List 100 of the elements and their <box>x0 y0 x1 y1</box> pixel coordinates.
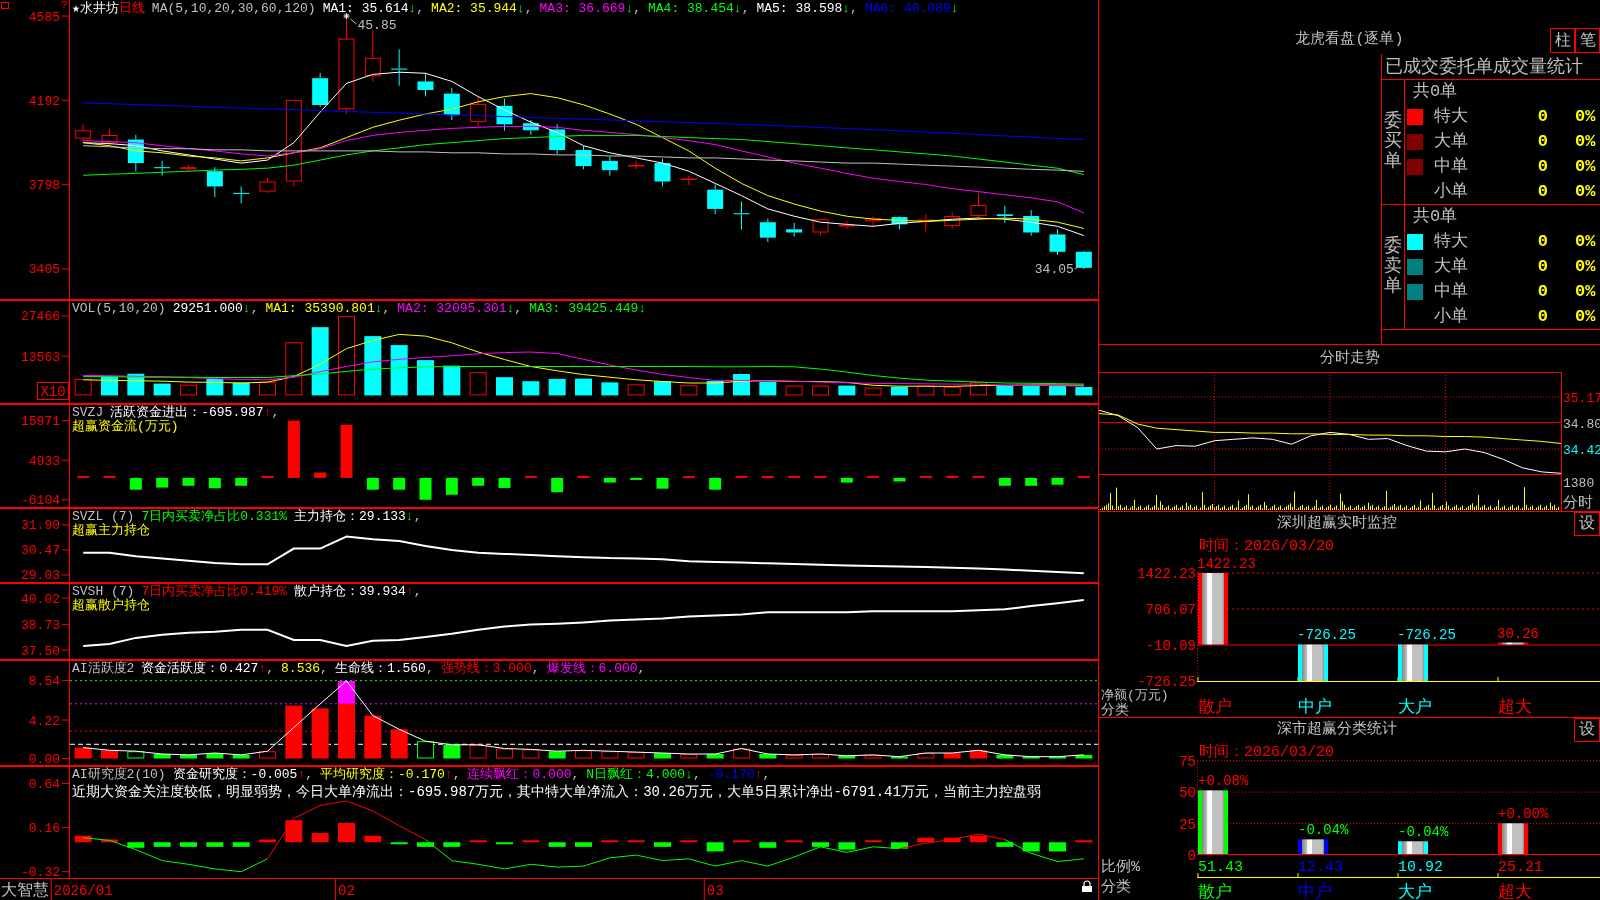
candlestick <box>206 166 223 198</box>
time-label: 时间：2026/03/20 <box>1199 538 1334 555</box>
volume-bar <box>522 381 540 396</box>
research-bar <box>812 842 829 847</box>
chart-bar <box>1298 644 1328 681</box>
activity-bar <box>180 754 197 759</box>
candlestick <box>707 183 724 215</box>
research-bar <box>1049 842 1066 852</box>
fund-flow-bar <box>840 477 853 483</box>
fund-flow-bar <box>946 475 959 478</box>
chart-bar <box>1498 823 1528 854</box>
candlestick <box>443 87 460 121</box>
research-bar <box>232 842 250 847</box>
indicator-reading: MA2: 32095.301↓, <box>397 302 523 316</box>
settings-button[interactable]: 设 <box>1574 718 1600 742</box>
axis-label: -10.09 <box>1145 638 1196 654</box>
indicator-title: SVZJ <box>72 406 104 420</box>
candlestick <box>75 123 92 143</box>
fund-flow-bar <box>1077 475 1090 478</box>
order-count: 0 <box>1537 181 1548 202</box>
research-bar <box>496 842 513 845</box>
order-size-label: 中单 <box>1434 156 1468 177</box>
order-count: 0 <box>1537 281 1548 302</box>
axis-label: 29.03 <box>21 568 60 583</box>
indicator-reading: 主力持仓：29.133↓, <box>294 510 422 524</box>
category-label: 大户 <box>1398 883 1432 899</box>
volume-bar <box>864 387 882 396</box>
indicator-reading: N日飘红：4.000↓, <box>586 768 701 782</box>
volume-bar <box>891 386 908 396</box>
activity-bar <box>101 750 118 759</box>
axis-label: 0 <box>1187 848 1196 864</box>
axis-title: 分类 <box>1101 702 1129 717</box>
order-size-label: 特大 <box>1434 232 1468 253</box>
square-icon <box>1 2 9 9</box>
order-size-label: 特大 <box>1434 107 1468 128</box>
data-label: 1422.23 <box>1197 556 1256 572</box>
order-share: 0% <box>1575 132 1596 152</box>
fund-flow-bar <box>577 475 590 478</box>
chart-bar <box>1198 573 1228 645</box>
indicator-subtitle: 超赢主力持仓 <box>72 524 150 538</box>
order-total: 共0单 <box>1413 207 1458 228</box>
indicator-reading: MA2: 35.944↓, <box>431 2 533 16</box>
indicator-reading: 爆发线：6.000, <box>546 662 646 676</box>
fund-flow-bar <box>287 420 300 478</box>
research-bar <box>601 840 619 843</box>
activity-bar <box>1049 756 1066 759</box>
fund-flow-bar <box>867 475 880 478</box>
fund-flow-bar <box>709 477 722 490</box>
category-label: 中户 <box>1298 698 1332 717</box>
analysis-text: 近期大资金关注度较低，明显弱势，今日大单净流出：-695.987万元，其中特大单净流入：30.26万元，大单5日累计净出-6791.41万元，当前主力控盘弱 <box>72 784 1041 800</box>
research-bar <box>469 840 487 843</box>
data-label: 12.43 <box>1298 859 1343 876</box>
candlestick <box>522 119 539 136</box>
view-toggle-button[interactable]: 柱 <box>1550 28 1575 53</box>
candlestick <box>970 192 987 220</box>
lock-icon <box>1082 880 1092 892</box>
fund-flow-bar <box>998 477 1011 486</box>
candlestick <box>628 160 645 170</box>
activity-bar <box>627 752 645 759</box>
axis-label: 0.64 <box>28 776 60 792</box>
activity-bar <box>285 705 303 759</box>
axis-label: 30.47 <box>21 543 60 559</box>
research-bar <box>864 840 882 843</box>
research-bar <box>917 837 935 843</box>
volume-bar <box>469 372 487 396</box>
fund-flow-bar <box>1025 477 1038 486</box>
axis-label: 4585 <box>28 9 60 25</box>
activity-bar <box>733 748 750 759</box>
scale-factor-label: X10 <box>37 382 69 400</box>
volume-bar <box>153 383 171 396</box>
order-count: 0 <box>1537 132 1548 152</box>
indicator-reading: 7日内买卖净占比0.419% <box>141 585 288 599</box>
activity-bar <box>601 751 619 759</box>
axis-label: 0.00 <box>28 752 60 766</box>
volume-bar <box>311 327 329 396</box>
volume-bar <box>259 381 276 396</box>
activity-bar <box>548 751 566 759</box>
candlestick <box>996 205 1013 224</box>
volume-bar <box>1075 387 1093 396</box>
axis-label: 15971 <box>21 414 60 430</box>
fund-flow-bar <box>208 477 221 489</box>
chart-bar <box>1298 839 1328 854</box>
settings-button[interactable]: 设 <box>1574 512 1600 536</box>
fund-flow-bar <box>630 477 643 480</box>
candlestick <box>1049 228 1066 256</box>
candlestick <box>601 155 618 177</box>
indicator-reading: MA4: 38.454↓, <box>648 2 750 16</box>
research-bar <box>759 842 777 848</box>
indicator-reading: 生命线：1.560, <box>334 662 434 676</box>
research-bar <box>338 822 355 843</box>
activity-bar <box>522 749 540 759</box>
volume-bar <box>364 336 382 396</box>
chart-bar <box>1398 841 1428 854</box>
view-toggle-button[interactable]: 笔 <box>1575 28 1600 53</box>
candlestick <box>233 185 250 205</box>
fund-flow-bar <box>445 477 458 495</box>
activity-bar <box>891 756 908 759</box>
fund-flow-bar <box>682 475 695 478</box>
axis-title: 分类 <box>1101 879 1131 896</box>
date-label: 02 <box>338 883 355 899</box>
